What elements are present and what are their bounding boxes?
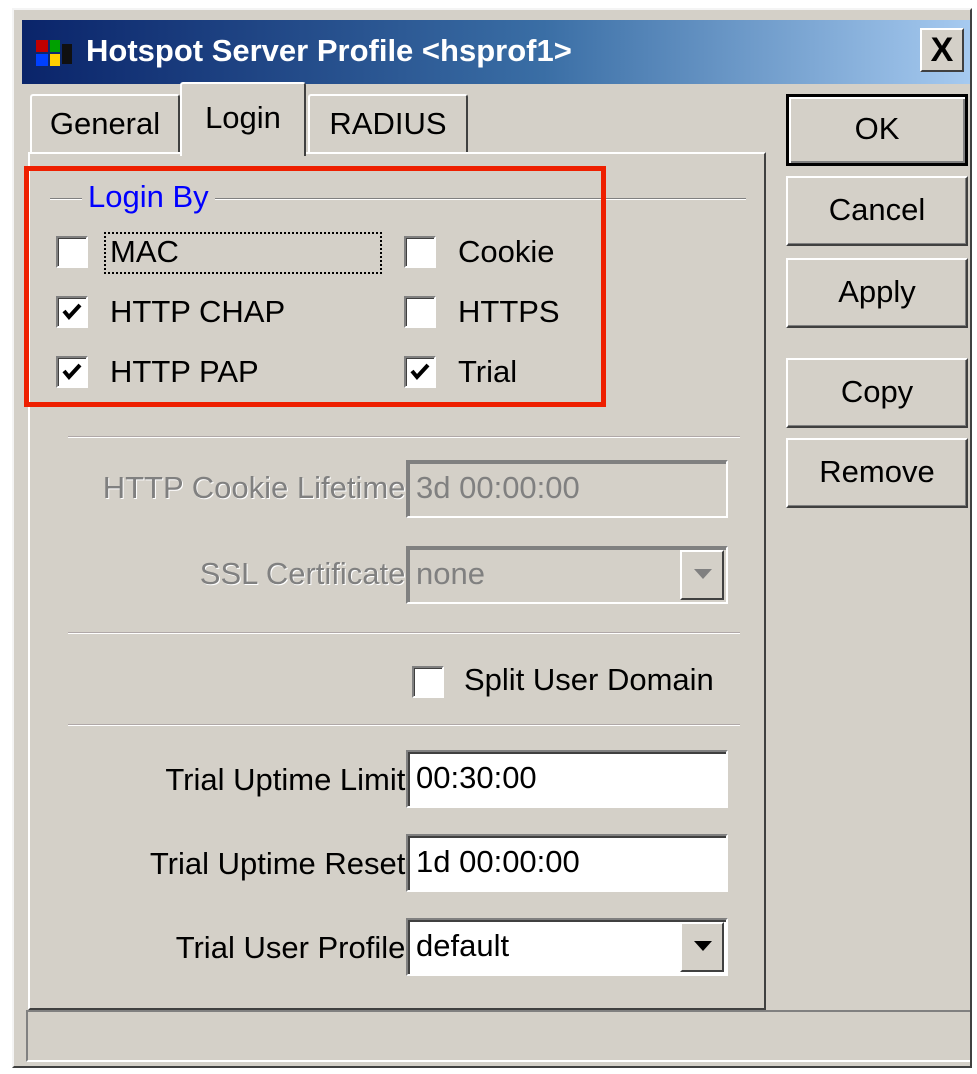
apply-button[interactable]: Apply	[786, 258, 968, 328]
chevron-down-icon[interactable]	[680, 922, 724, 972]
cookie-lifetime-field[interactable]: 3d 00:00:00	[406, 460, 728, 518]
separator	[68, 724, 740, 726]
trial-uptime-limit-field[interactable]: 00:30:00	[406, 750, 728, 808]
trial-uptime-limit-label: Trial Uptime Limit:	[165, 762, 414, 797]
separator	[68, 632, 740, 634]
remove-button[interactable]: Remove	[786, 438, 968, 508]
close-icon: X	[930, 31, 954, 69]
trial-uptime-reset-label: Trial Uptime Reset:	[149, 846, 414, 881]
tab-login[interactable]: Login	[180, 82, 306, 156]
tab-radius-label: RADIUS	[329, 106, 447, 141]
ssl-certificate-label: SSL Certificate:	[199, 556, 414, 591]
window-title: Hotspot Server Profile <hsprof1>	[86, 33, 572, 68]
trial-user-profile-select[interactable]: default	[406, 918, 728, 976]
trial-user-profile-value: default	[416, 928, 510, 963]
tab-radius[interactable]: RADIUS	[308, 94, 468, 154]
trial-user-profile-label: Trial User Profile:	[175, 930, 414, 965]
app-icon	[36, 40, 74, 68]
tab-login-label: Login	[205, 100, 281, 135]
split-user-domain-checkbox[interactable]	[412, 666, 444, 698]
copy-button[interactable]: Copy	[786, 358, 968, 428]
cancel-button[interactable]: Cancel	[786, 176, 968, 246]
ssl-certificate-select[interactable]: none	[406, 546, 728, 604]
tab-general[interactable]: General	[30, 94, 180, 154]
ssl-certificate-value: none	[416, 556, 485, 591]
ok-button[interactable]: OK	[786, 94, 968, 166]
login-by-highlight-box	[24, 166, 606, 407]
close-button[interactable]: X	[920, 28, 964, 72]
trial-uptime-reset-field[interactable]: 1d 00:00:00	[406, 834, 728, 892]
cookie-lifetime-label: HTTP Cookie Lifetime:	[102, 470, 414, 505]
title-bar[interactable]: Hotspot Server Profile <hsprof1> X	[22, 20, 970, 84]
separator	[68, 436, 740, 438]
chevron-down-icon[interactable]	[680, 550, 724, 600]
split-user-domain-label[interactable]: Split User Domain	[464, 662, 714, 698]
status-bar	[26, 1010, 970, 1062]
tab-general-label: General	[49, 106, 161, 141]
